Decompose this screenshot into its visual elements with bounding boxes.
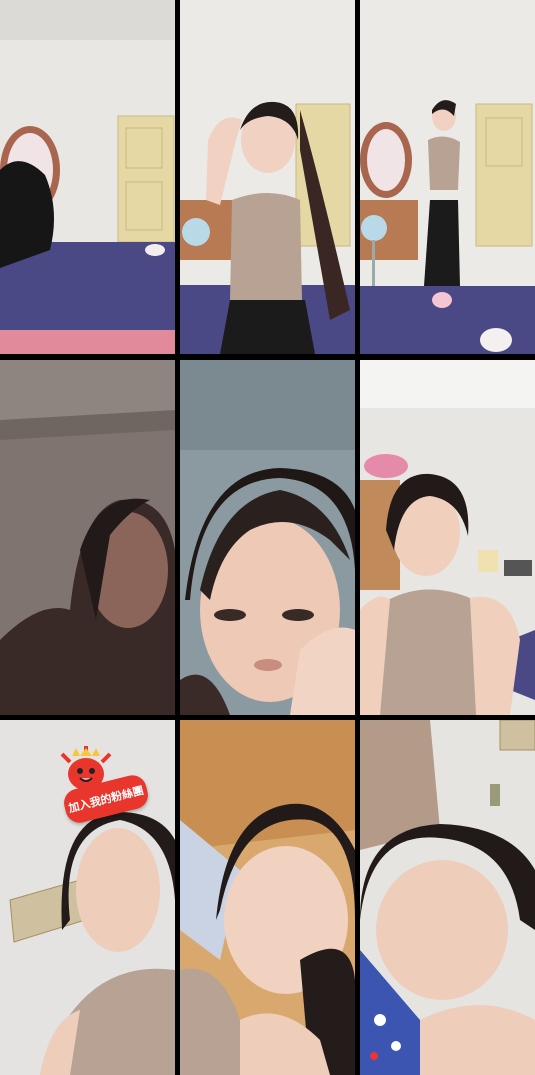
tile-2-image bbox=[180, 0, 355, 354]
video-tile-6[interactable] bbox=[360, 360, 535, 715]
video-tile-5[interactable] bbox=[180, 360, 355, 715]
video-tile-8[interactable] bbox=[180, 720, 355, 1075]
video-tile-1[interactable] bbox=[0, 0, 175, 354]
video-grid: 加入我的粉絲團 bbox=[0, 0, 535, 1075]
tile-9-image bbox=[360, 720, 535, 1075]
video-tile-3[interactable] bbox=[360, 0, 535, 354]
tile-5-image bbox=[180, 360, 355, 715]
tile-8-image bbox=[180, 720, 355, 1075]
video-tile-9[interactable] bbox=[360, 720, 535, 1075]
tile-3-image bbox=[360, 0, 535, 354]
tile-6-image bbox=[360, 360, 535, 715]
tile-4-image bbox=[0, 360, 175, 715]
tile-1-image bbox=[0, 0, 175, 354]
video-tile-2[interactable] bbox=[180, 0, 355, 354]
video-tile-4[interactable] bbox=[0, 360, 175, 715]
